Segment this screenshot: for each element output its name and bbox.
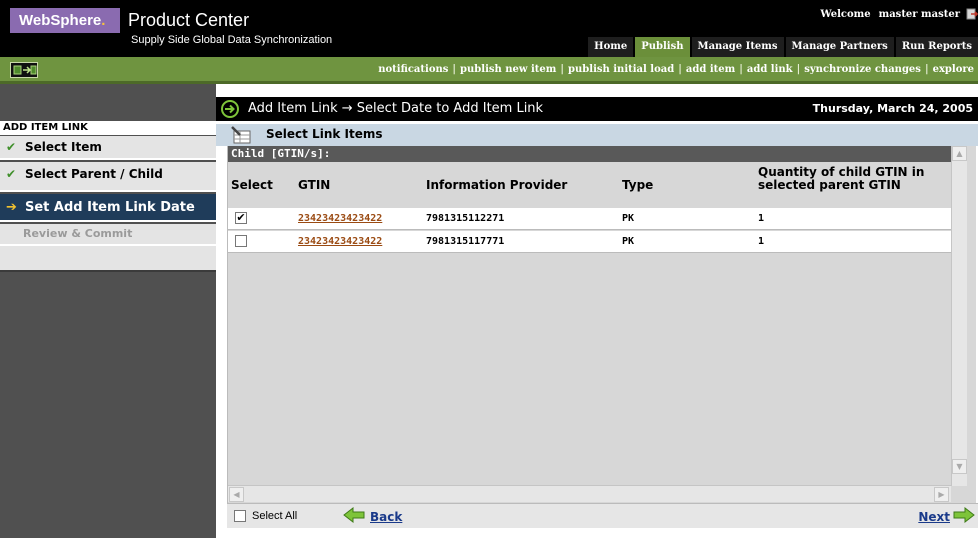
subnav-link-publish-initial-load[interactable]: publish initial load: [564, 64, 678, 75]
welcome-label: Welcome: [820, 9, 871, 20]
sidebar-item-label: Set Add Item Link Date: [25, 200, 195, 215]
sidebar-spacer: [0, 84, 216, 121]
select-all-label: Select All: [252, 510, 298, 522]
nav-home[interactable]: Home: [586, 37, 634, 57]
type-value: PK: [622, 236, 635, 247]
page-date: Thursday, March 24, 2005: [812, 102, 973, 115]
link-items-table: Child [GTIN/s]: Select GTIN Information …: [227, 146, 976, 503]
logout-icon[interactable]: [966, 7, 978, 21]
subnav-link-synchronize-changes[interactable]: synchronize changes: [800, 64, 925, 75]
subnav-link-add-link[interactable]: add link: [743, 64, 797, 75]
checkmark-icon: ✔: [6, 167, 17, 181]
sidebar-item-label: Select Item: [25, 140, 102, 154]
home-toggle-icon[interactable]: [10, 62, 38, 78]
back-link[interactable]: Back: [370, 510, 402, 524]
welcome-user: master master: [878, 9, 960, 20]
checkmark-icon: ✔: [6, 140, 17, 154]
information-provider-value: 7981315117771: [426, 236, 505, 247]
arrow-right-icon[interactable]: [953, 507, 975, 523]
vertical-scrollbar[interactable]: ▲ ▼: [951, 146, 967, 486]
subnav-links: notifications | publish new item | publish i…: [374, 64, 978, 75]
product-subtitle: Supply Side Global Data Synchronization: [131, 34, 333, 46]
quantity-value: 1: [758, 213, 765, 224]
nav-manage-items[interactable]: Manage Items: [689, 37, 784, 57]
information-provider-value: 7981315112271: [426, 213, 505, 224]
type-value: PK: [622, 213, 635, 224]
quantity-value: 1: [758, 236, 765, 247]
table-row: ✔ 23423423423422 7981315112271 PK 1: [228, 208, 951, 230]
sidebar-title: ADD ITEM LINK: [0, 121, 216, 135]
sidebar-item-review-commit: Review & Commit: [0, 224, 216, 246]
row-select-checkbox[interactable]: [235, 235, 247, 247]
subnav-bar: notifications | publish new item | publish i…: [0, 57, 978, 84]
sidebar-footer: [0, 246, 216, 272]
table-row: 23423423423422 7981315117771 PK 1: [228, 231, 951, 253]
column-header-type: Type: [622, 178, 654, 192]
page-title: Add Item Link → Select Date to Add Item …: [248, 101, 544, 116]
welcome-message: Welcome master master: [820, 9, 960, 21]
circle-arrow-right-icon: [221, 100, 239, 118]
page-title-bar: Add Item Link → Select Date to Add Item …: [216, 97, 978, 121]
gtin-link[interactable]: 23423423423422: [298, 236, 382, 247]
subnav-link-explore[interactable]: explore: [929, 64, 978, 75]
nav-publish[interactable]: Publish: [633, 37, 690, 57]
subnav-link-notifications[interactable]: notifications: [374, 64, 452, 75]
websphere-logo: WebSphere.: [10, 8, 120, 33]
arrow-left-icon[interactable]: [343, 507, 365, 523]
row-select-checkbox[interactable]: ✔: [235, 212, 247, 224]
sidebar-item-label: Review & Commit: [23, 227, 133, 240]
child-gtin-header: Child [GTIN/s]:: [228, 146, 951, 162]
horizontal-scrollbar[interactable]: ◀ ▶: [228, 485, 951, 502]
arrow-right-icon: ➔: [6, 200, 17, 215]
sidebar-item-label: Select Parent / Child: [25, 167, 163, 181]
section-title: Select Link Items: [266, 127, 383, 141]
top-header: WebSphere. Product Center Supply Side Gl…: [0, 0, 978, 57]
footer-actions: Select All Back Next: [227, 503, 978, 528]
column-header-gtin: GTIN: [298, 178, 331, 192]
scroll-up-icon[interactable]: ▲: [952, 146, 967, 161]
next-link[interactable]: Next: [918, 510, 950, 524]
nav-manage-partners[interactable]: Manage Partners: [783, 37, 894, 57]
subnav-link-publish-new-item[interactable]: publish new item: [456, 64, 560, 75]
scroll-down-icon[interactable]: ▼: [952, 459, 967, 474]
top-nav: Home Publish Manage Items Manage Partners Ru…: [586, 37, 978, 57]
product-name: Product Center: [128, 10, 250, 30]
scroll-left-icon[interactable]: ◀: [229, 487, 244, 502]
main-content: Add Item Link → Select Date to Add Item …: [216, 84, 978, 538]
column-header-quantity: Quantity of child GTIN in selected paren…: [758, 165, 925, 192]
scroll-right-icon[interactable]: ▶: [934, 487, 949, 502]
nav-run-reports[interactable]: Run Reports: [893, 37, 978, 57]
section-header: Select Link Items: [216, 124, 978, 146]
select-all-checkbox[interactable]: [234, 510, 246, 522]
gtin-link[interactable]: 23423423423422: [298, 213, 382, 224]
pencil-table-icon: [231, 126, 251, 144]
column-header-information-provider: Information Provider: [426, 178, 568, 192]
sidebar-item-set-add-item-link-date[interactable]: ➔ Set Add Item Link Date: [0, 194, 216, 222]
sidebar-item-select-item[interactable]: ✔ Select Item: [0, 136, 216, 160]
column-header-select: Select: [231, 178, 273, 192]
sidebar-item-select-parent-child[interactable]: ✔ Select Parent / Child: [0, 162, 216, 192]
sidebar: ADD ITEM LINK ✔ Select Item ✔ Select Par…: [0, 84, 216, 538]
subnav-link-add-item[interactable]: add item: [682, 64, 739, 75]
